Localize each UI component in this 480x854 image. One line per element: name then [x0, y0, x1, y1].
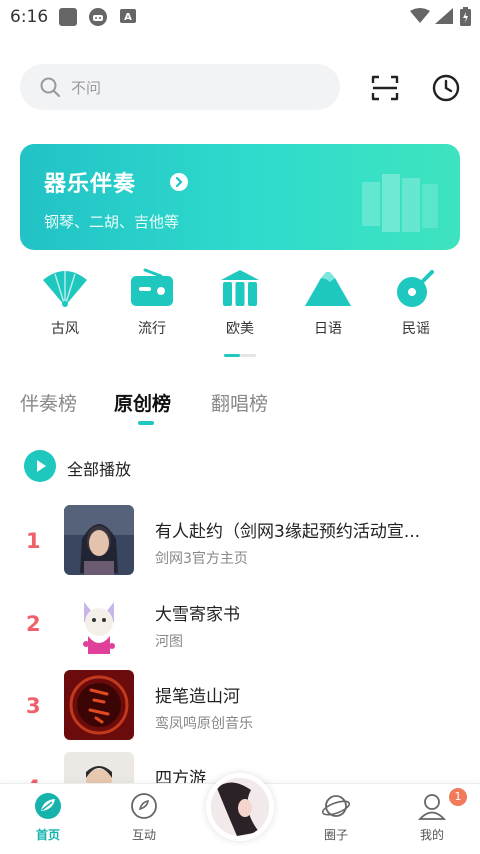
- battery-icon: [460, 7, 471, 26]
- play-all-label: 全部播放: [67, 460, 132, 479]
- nav-label: 互动: [131, 828, 156, 842]
- notification-badge: 1: [449, 788, 467, 806]
- status-time: 6:16: [10, 7, 49, 27]
- song-cover: [64, 670, 134, 740]
- category-pop[interactable]: 流行: [112, 268, 192, 348]
- nav-label: 我的: [419, 828, 444, 842]
- category-label: 古风: [51, 321, 79, 337]
- song-artist: 鸾凤鸣原创音乐: [155, 716, 253, 732]
- song-row-1[interactable]: 1 有人赴约（剑网3缘起预约活动宣... 剑网3官方主页: [0, 505, 480, 579]
- scan-icon[interactable]: [369, 72, 401, 104]
- category-gufeng[interactable]: 古风: [25, 268, 105, 348]
- song-row-2[interactable]: 2 大雪寄家书 河图: [0, 588, 480, 662]
- nav-interaction[interactable]: 互动: [114, 792, 174, 843]
- accompaniment-banner[interactable]: 器乐伴奏 钢琴、二胡、吉他等: [20, 144, 460, 250]
- search-bar[interactable]: 不问: [20, 64, 340, 110]
- category-label: 民谣: [402, 321, 430, 337]
- song-rank: 1: [26, 529, 41, 553]
- category-label: 流行: [138, 321, 166, 337]
- search-icon: [40, 77, 60, 97]
- song-row-3[interactable]: 3 提笔造山河 鸾凤鸣原创音乐: [0, 670, 480, 744]
- song-rank: 3: [26, 694, 41, 718]
- nav-circle[interactable]: 圈子: [306, 792, 366, 843]
- category-folk[interactable]: 民谣: [376, 268, 456, 348]
- category-japanese[interactable]: 日语: [288, 268, 368, 348]
- category-western[interactable]: 欧美: [200, 268, 280, 348]
- tab-indicator: [138, 421, 154, 425]
- song-cover: [64, 588, 134, 658]
- user-icon: [418, 794, 446, 820]
- play-icon: [24, 450, 56, 482]
- tab-original[interactable]: 原创榜: [114, 389, 171, 416]
- song-artist: 河图: [155, 634, 183, 650]
- planet-icon: [322, 795, 350, 817]
- mountain-icon: [305, 272, 351, 306]
- now-playing-disc[interactable]: [206, 773, 274, 841]
- song-title: 有人赴约（剑网3缘起预约活动宣...: [155, 522, 421, 542]
- nav-label: 首页: [35, 828, 60, 842]
- keyboard-a-icon: A: [120, 9, 136, 23]
- chevron-right-circle-icon: [170, 173, 188, 191]
- banner-title: 器乐伴奏: [44, 172, 137, 197]
- signal-icon: [435, 8, 453, 24]
- history-clock-icon[interactable]: [430, 72, 462, 104]
- home-leaf-icon: [35, 793, 61, 819]
- song-title: 大雪寄家书: [155, 605, 240, 625]
- android-icon: [89, 8, 107, 26]
- category-label: 欧美: [226, 321, 254, 337]
- song-cover: [64, 505, 134, 575]
- chat-bubble-icon: [131, 793, 157, 819]
- category-pager-active: [224, 354, 240, 357]
- now-playing-cover: [211, 778, 269, 836]
- search-placeholder: 不问: [71, 79, 102, 97]
- wifi-icon: [410, 8, 430, 23]
- tab-accompaniment[interactable]: 伴奏榜: [20, 389, 77, 416]
- nav-home[interactable]: 首页: [18, 792, 78, 843]
- category-pager-inactive: [240, 354, 256, 357]
- banner-subtitle: 钢琴、二胡、吉他等: [44, 213, 180, 231]
- fan-icon: [43, 270, 87, 307]
- song-title: 提笔造山河: [155, 687, 240, 707]
- song-artist: 剑网3官方主页: [155, 551, 248, 567]
- radio-icon: [131, 268, 173, 306]
- svg-text:A: A: [124, 12, 132, 23]
- song-rank: 2: [26, 612, 41, 636]
- column-building-icon: [221, 270, 259, 306]
- category-label: 日语: [314, 321, 342, 337]
- piano-keys-icon: [362, 174, 438, 232]
- notification-square-icon: [59, 8, 77, 26]
- guitar-icon: [397, 270, 434, 307]
- tab-cover[interactable]: 翻唱榜: [211, 389, 268, 416]
- status-bar: 6:16 A: [0, 0, 480, 34]
- nav-label: 圈子: [323, 828, 348, 842]
